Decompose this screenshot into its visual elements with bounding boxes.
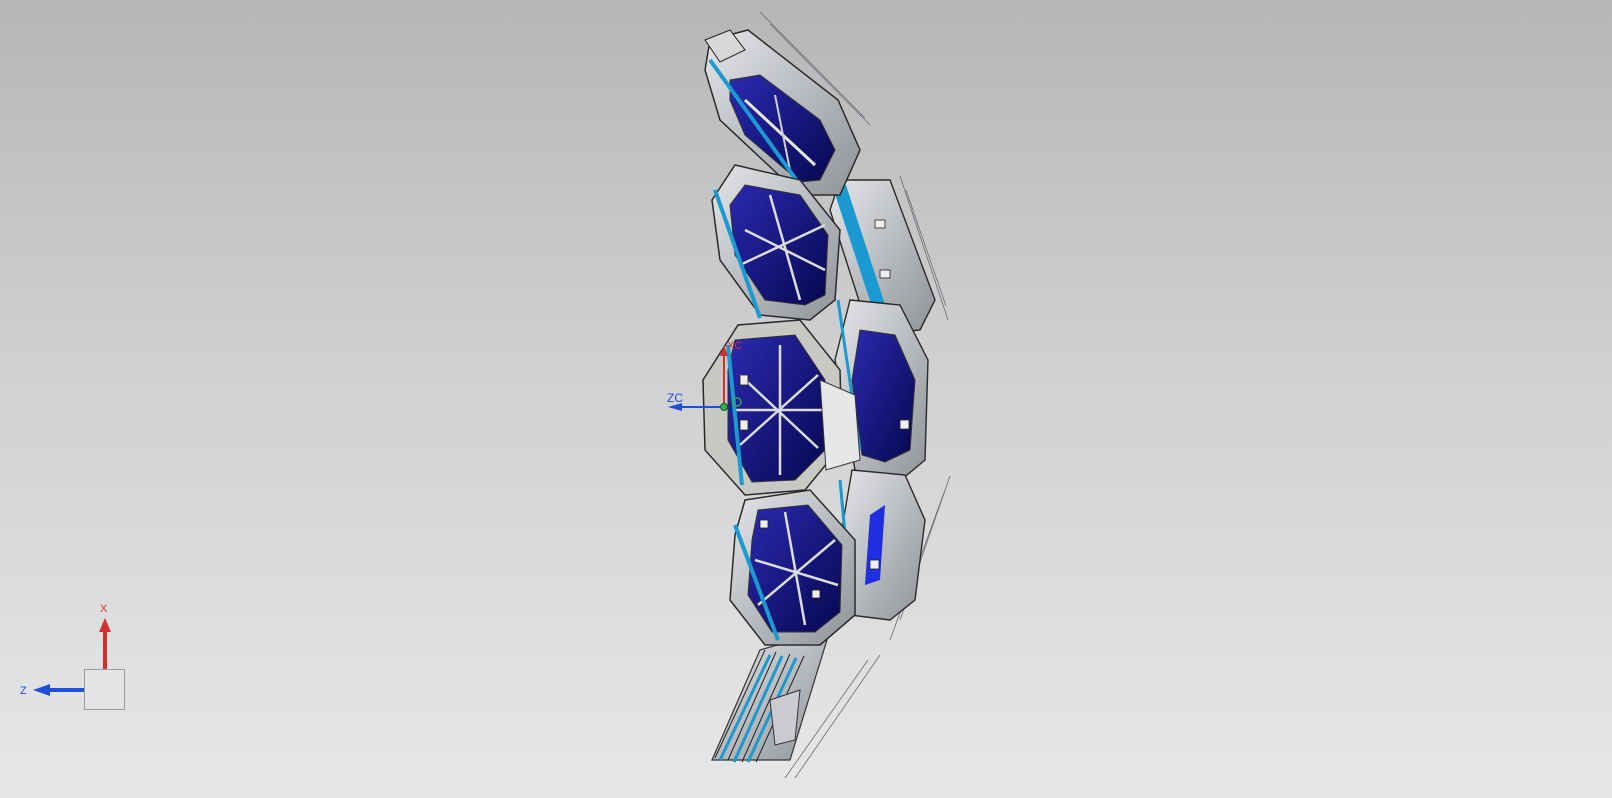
graphics-viewport[interactable]: ZC XC X Z [0, 0, 1612, 798]
view-z-label: Z [20, 685, 27, 697]
hexagon-segment-lower [729, 489, 856, 646]
view-x-label: X [100, 603, 108, 615]
lower-strut-bundle [711, 629, 831, 763]
hexagonal-mirror-assembly-model[interactable] [0, 0, 1612, 798]
wcs-x-label: XC [727, 340, 743, 352]
top-hexagon-segment [704, 29, 861, 196]
view-x-arrowhead [99, 618, 111, 632]
view-triad-origin-box[interactable] [84, 669, 125, 710]
wcs-z-label: ZC [667, 391, 683, 405]
wcs-origin-marker [720, 403, 728, 411]
view-z-arrowhead [33, 684, 50, 696]
